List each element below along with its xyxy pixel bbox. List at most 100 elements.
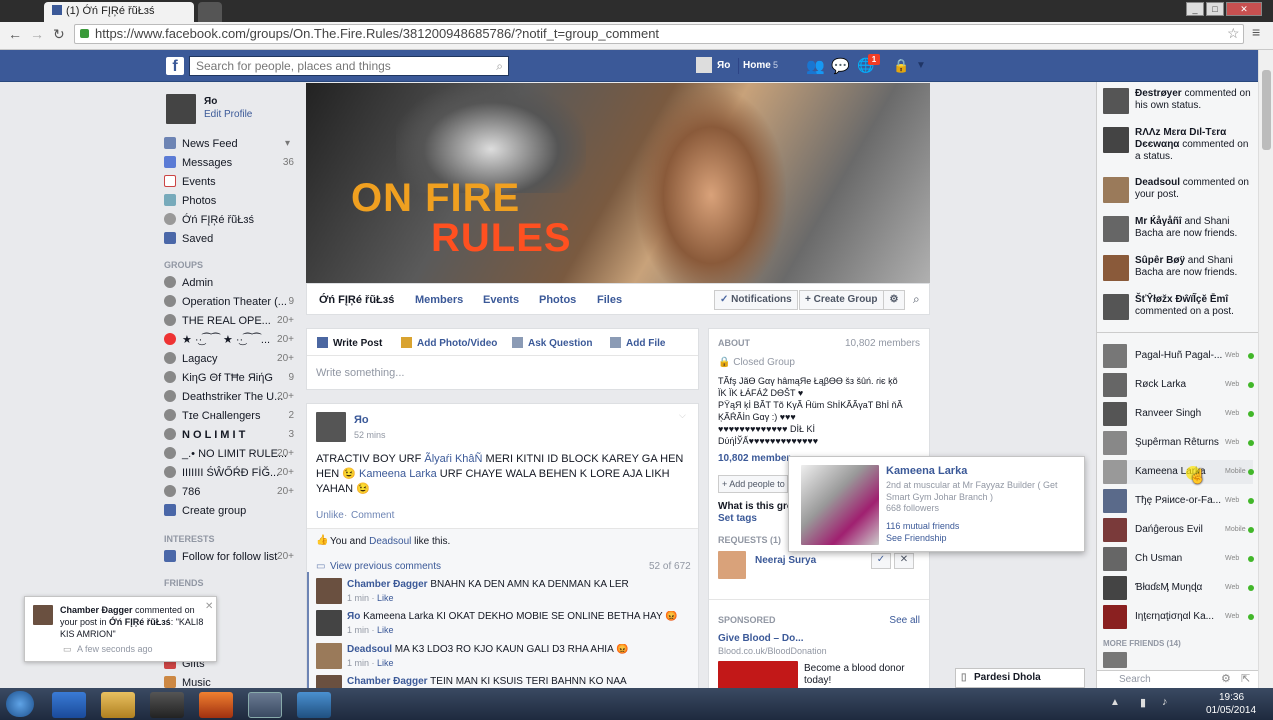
file-explorer-icon[interactable]	[101, 692, 135, 718]
approve-check-icon[interactable]: ✓	[871, 553, 891, 569]
group-item[interactable]: Lagacy 20+	[164, 350, 294, 368]
decline-x-icon[interactable]: ✕	[894, 553, 914, 569]
close-window-button[interactable]: ✕	[1226, 2, 1262, 16]
group-cover-photo[interactable]: ON FIRE RULES	[306, 83, 930, 283]
write-post-tab[interactable]: Write Post	[317, 337, 382, 349]
chat-contact[interactable]: Ch Usman Web	[1103, 547, 1254, 571]
back-arrow-icon[interactable]: ←	[8, 26, 22, 42]
group-item[interactable]: _.• NO LIMIT RULE... 20+	[164, 445, 294, 463]
messages-icon[interactable]: 💬	[831, 57, 850, 75]
post-time[interactable]: 52 mins	[354, 430, 386, 440]
chat-contact[interactable]: Røck Larka Web	[1103, 373, 1254, 397]
ticker-item[interactable]: Mr Ќåγåñî and Shani Bacha are now friend…	[1135, 216, 1253, 240]
group-item[interactable]: THE REAL OPE... 20+	[164, 312, 294, 330]
media-player-icon[interactable]	[150, 692, 184, 718]
author-avatar[interactable]	[316, 412, 346, 442]
group-item[interactable]: ★ ·͜·⁀⁀ ★ ·͜·⁀⁀... 20+	[164, 331, 294, 349]
member-count[interactable]: 10,802 members	[845, 338, 920, 349]
minimize-button[interactable]: _	[1186, 2, 1204, 16]
hover-card-photo[interactable]	[801, 465, 879, 545]
address-bar[interactable]: https://www.facebook.com/groups/On.The.F…	[74, 24, 1244, 44]
group-item[interactable]: KiηG Θf TĦe ЯiήG 9	[164, 369, 294, 387]
comment-link[interactable]: Comment	[351, 510, 394, 521]
comment-like-link[interactable]: Like	[377, 593, 394, 603]
chat-search-input[interactable]: Search	[1119, 674, 1151, 685]
tray-arrow-icon[interactable]: ▲	[1110, 697, 1120, 708]
bookmark-star-icon[interactable]: ☆	[1227, 25, 1240, 42]
comment-like-link[interactable]: Like	[377, 658, 394, 668]
ticker-item[interactable]: Sûpêr Bøÿ and Shani Bacha are now friend…	[1135, 255, 1253, 279]
nav-events[interactable]: Events	[164, 173, 294, 191]
add-file-tab[interactable]: Add File	[610, 337, 665, 349]
create-group-link[interactable]: Create group	[164, 502, 294, 520]
privacy-shortcuts-icon[interactable]: 🔒	[893, 58, 909, 74]
group-item[interactable]: IIIIIII ŚŴŐŔĐ FİĞ... 20+	[164, 464, 294, 482]
ticker-item[interactable]: ŠťŶłøžx ĐŵïĨçĕ Ēmî commented on a post.	[1135, 294, 1253, 318]
user-name-link[interactable]: Яo	[717, 60, 730, 71]
nav-group-on-fire[interactable]: Ớń FĮŖé řũŁɜś	[164, 211, 294, 229]
composer-input[interactable]: Write something...	[316, 367, 404, 379]
comment-time[interactable]: 1 min	[347, 658, 369, 668]
comment-avatar[interactable]	[316, 578, 342, 604]
maximize-button[interactable]: □	[1206, 2, 1224, 16]
comment-like-link[interactable]: Like	[377, 625, 394, 635]
chat-contact[interactable]: Şupêrman Rêturns Web	[1103, 431, 1254, 455]
edit-profile-link[interactable]: Edit Profile	[204, 109, 252, 120]
chat-contact[interactable]: Dańĝerous Evil Mobile	[1103, 518, 1254, 542]
members-link[interactable]: 10,802 member	[718, 453, 790, 464]
windows-start-icon[interactable]	[6, 691, 34, 717]
ticker-avatar[interactable]	[1103, 88, 1129, 114]
search-icon[interactable]: ⌕	[496, 57, 503, 75]
internet-explorer-icon[interactable]	[52, 692, 86, 718]
comment-avatar[interactable]	[316, 643, 342, 669]
post-author[interactable]: Яo	[354, 414, 369, 426]
ticker-avatar[interactable]	[1103, 216, 1129, 242]
nav-saved[interactable]: Saved	[164, 230, 294, 248]
tab-members[interactable]: Members	[415, 294, 463, 306]
request-name[interactable]: Neeraj Surya	[755, 555, 816, 566]
ask-question-tab[interactable]: Ask Question	[512, 337, 592, 349]
group-item[interactable]: Operation Theater (... 9	[164, 293, 294, 311]
tab-files[interactable]: Files	[597, 294, 622, 306]
liker-link[interactable]: Deadsoul	[369, 536, 411, 547]
interest-item[interactable]: Follow for follow list 20+	[164, 548, 294, 566]
comment-author[interactable]: Chamber Ðagger	[347, 676, 428, 687]
group-item[interactable]: Tɪe Cнallengers 2	[164, 407, 294, 425]
view-previous-comments-link[interactable]: View previous comments	[330, 561, 441, 572]
chat-contact[interactable]: Tђę Pяiиce-or-Fa... Web	[1103, 489, 1254, 513]
create-group-button[interactable]: + Create Group	[799, 290, 884, 310]
ad-url[interactable]: Blood.co.uk/BloodDonation	[718, 646, 827, 656]
ticker-item[interactable]: Ðestrøyer commented on his own status.	[1135, 88, 1253, 112]
add-photo-tab[interactable]: Add Photo/Video	[401, 337, 497, 349]
group-name-tab[interactable]: Ớń FĮŖé řũŁɜś	[319, 294, 394, 306]
tray-volume-icon[interactable]: ♪	[1162, 696, 1168, 708]
ticker-avatar[interactable]	[1103, 177, 1129, 203]
contact-avatar[interactable]	[1103, 652, 1127, 668]
comment-author[interactable]: Deadsoul	[347, 644, 392, 655]
home-link[interactable]: Home	[743, 60, 771, 71]
network-app-icon[interactable]	[297, 692, 331, 718]
forward-arrow-icon[interactable]: →	[30, 26, 44, 42]
comment-author[interactable]: Яo	[347, 611, 360, 622]
clock-date[interactable]: 01/05/2014	[1206, 705, 1256, 716]
ad-title[interactable]: Give Blood – Do...	[718, 633, 804, 644]
set-tags-link[interactable]: Set tags	[718, 513, 757, 524]
group-item[interactable]: Deathstriker The U... 20+	[164, 388, 294, 406]
profile-name[interactable]: Яo	[204, 96, 217, 107]
tray-network-icon[interactable]: ▮	[1140, 696, 1146, 709]
comment-time[interactable]: 1 min	[347, 625, 369, 635]
nav-photos[interactable]: Photos	[164, 192, 294, 210]
ticker-item[interactable]: Deadsoul commented on your post.	[1135, 177, 1253, 201]
friend-requests-icon[interactable]: 👥	[806, 57, 825, 75]
browser-tab[interactable]: (1) Ớń FĮŖé řũŁɜś	[44, 2, 194, 22]
notification-popup[interactable]: ✕ Chamber Ðagger commented on your post …	[24, 596, 217, 662]
see-friendship-link[interactable]: See Friendship	[886, 533, 947, 543]
search-input[interactable]: Search for people, places and things ⌕	[189, 56, 509, 76]
chat-tab[interactable]: ▯ Pardesi Dhola	[955, 668, 1085, 688]
profile-avatar[interactable]	[166, 94, 196, 124]
group-item[interactable]: Admin	[164, 274, 294, 292]
chat-contact[interactable]: Kameena Larka Mobile	[1103, 460, 1254, 484]
page-scrollbar[interactable]	[1258, 50, 1273, 694]
gear-icon[interactable]: ⚙	[883, 290, 905, 310]
nav-news-feed[interactable]: News Feed ▾	[164, 135, 294, 153]
